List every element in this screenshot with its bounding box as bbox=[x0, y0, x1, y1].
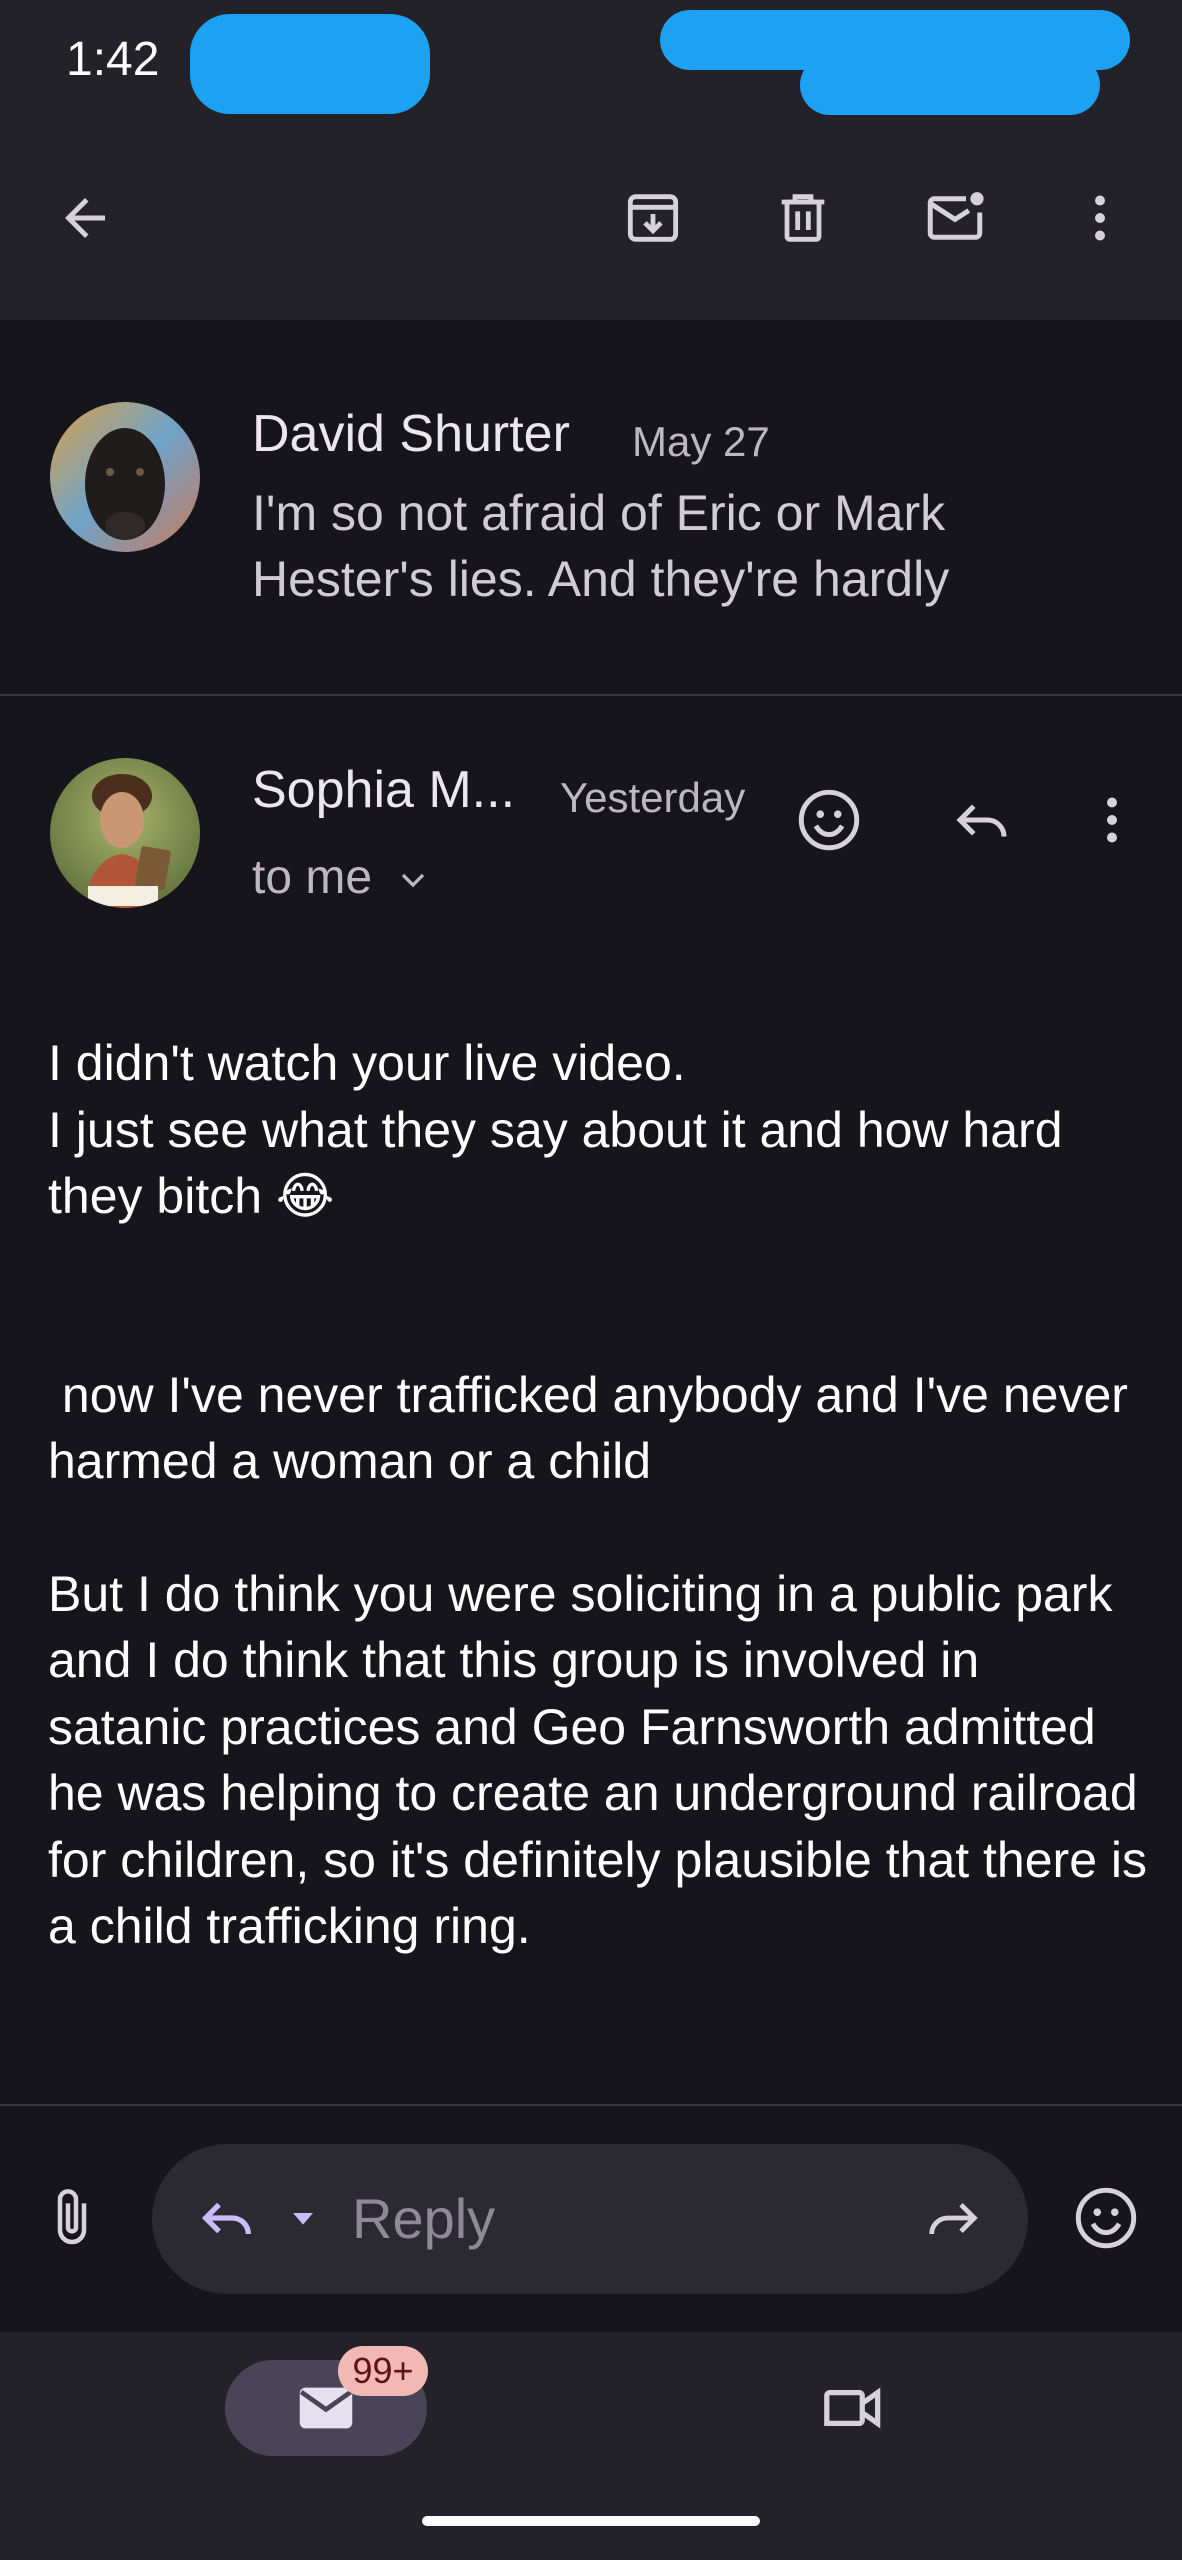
unread-count-badge: 99+ bbox=[338, 2346, 428, 2396]
recipient-label: to me bbox=[252, 851, 373, 904]
sender-name: Sophia M... bbox=[252, 761, 516, 819]
message-date: Yesterday bbox=[560, 774, 746, 821]
emoji-icon bbox=[1075, 2187, 1137, 2249]
more-vert-icon bbox=[1107, 797, 1117, 843]
sender-avatar[interactable] bbox=[50, 758, 200, 908]
caret-down-icon bbox=[293, 2213, 313, 2225]
top-app-bar bbox=[0, 120, 1182, 320]
delete-button[interactable] bbox=[758, 173, 848, 263]
reply-icon bbox=[956, 804, 1007, 837]
paperclip-icon bbox=[57, 2189, 87, 2245]
reply-placeholder: Reply bbox=[352, 2187, 496, 2250]
body-paragraph: But I do think you were soliciting in a … bbox=[48, 1565, 1161, 1955]
home-indicator[interactable] bbox=[422, 2516, 760, 2526]
reply-type-dropdown[interactable] bbox=[258, 2173, 348, 2263]
forward-button[interactable] bbox=[908, 2173, 998, 2263]
video-camera-icon bbox=[824, 2387, 881, 2429]
attach-button[interactable] bbox=[27, 2173, 117, 2263]
archive-button[interactable] bbox=[608, 173, 698, 263]
reply-icon bbox=[201, 2202, 251, 2235]
message-snippet: I'm so not afraid of Eric or Mark Hester… bbox=[252, 485, 950, 607]
emoji-reaction-button[interactable] bbox=[1061, 2173, 1151, 2263]
more-options-button[interactable] bbox=[1055, 173, 1145, 263]
archive-icon bbox=[627, 194, 679, 242]
message-more-button[interactable] bbox=[1067, 775, 1157, 865]
redaction-mark bbox=[190, 14, 430, 114]
chevron-down-icon bbox=[402, 874, 425, 888]
message-body: I didn't watch your live video. I just s… bbox=[48, 1030, 1148, 1960]
message-date: May 27 bbox=[632, 418, 770, 465]
sender-avatar[interactable] bbox=[50, 402, 200, 552]
mark-unread-button[interactable] bbox=[910, 173, 1000, 263]
trash-icon bbox=[781, 194, 825, 242]
more-vert-icon bbox=[1095, 195, 1105, 241]
mail-unread-icon bbox=[927, 192, 984, 240]
add-reaction-button[interactable] bbox=[784, 775, 874, 865]
back-button[interactable] bbox=[40, 173, 130, 263]
emoji-icon bbox=[798, 789, 860, 851]
status-time: 1:42 bbox=[66, 33, 160, 86]
nav-meet-tab[interactable] bbox=[808, 2363, 898, 2453]
body-paragraph: now I've never trafficked anybody and I'… bbox=[48, 1366, 1142, 1490]
forward-icon bbox=[929, 2202, 978, 2235]
arrow-back-icon bbox=[65, 198, 105, 238]
body-paragraph: I didn't watch your live video. I just s… bbox=[48, 1035, 1063, 1224]
sender-name: David Shurter bbox=[252, 405, 570, 463]
redaction-mark bbox=[800, 55, 1100, 115]
recipient-details-toggle[interactable]: to me bbox=[252, 850, 433, 905]
reply-button[interactable] bbox=[937, 775, 1027, 865]
